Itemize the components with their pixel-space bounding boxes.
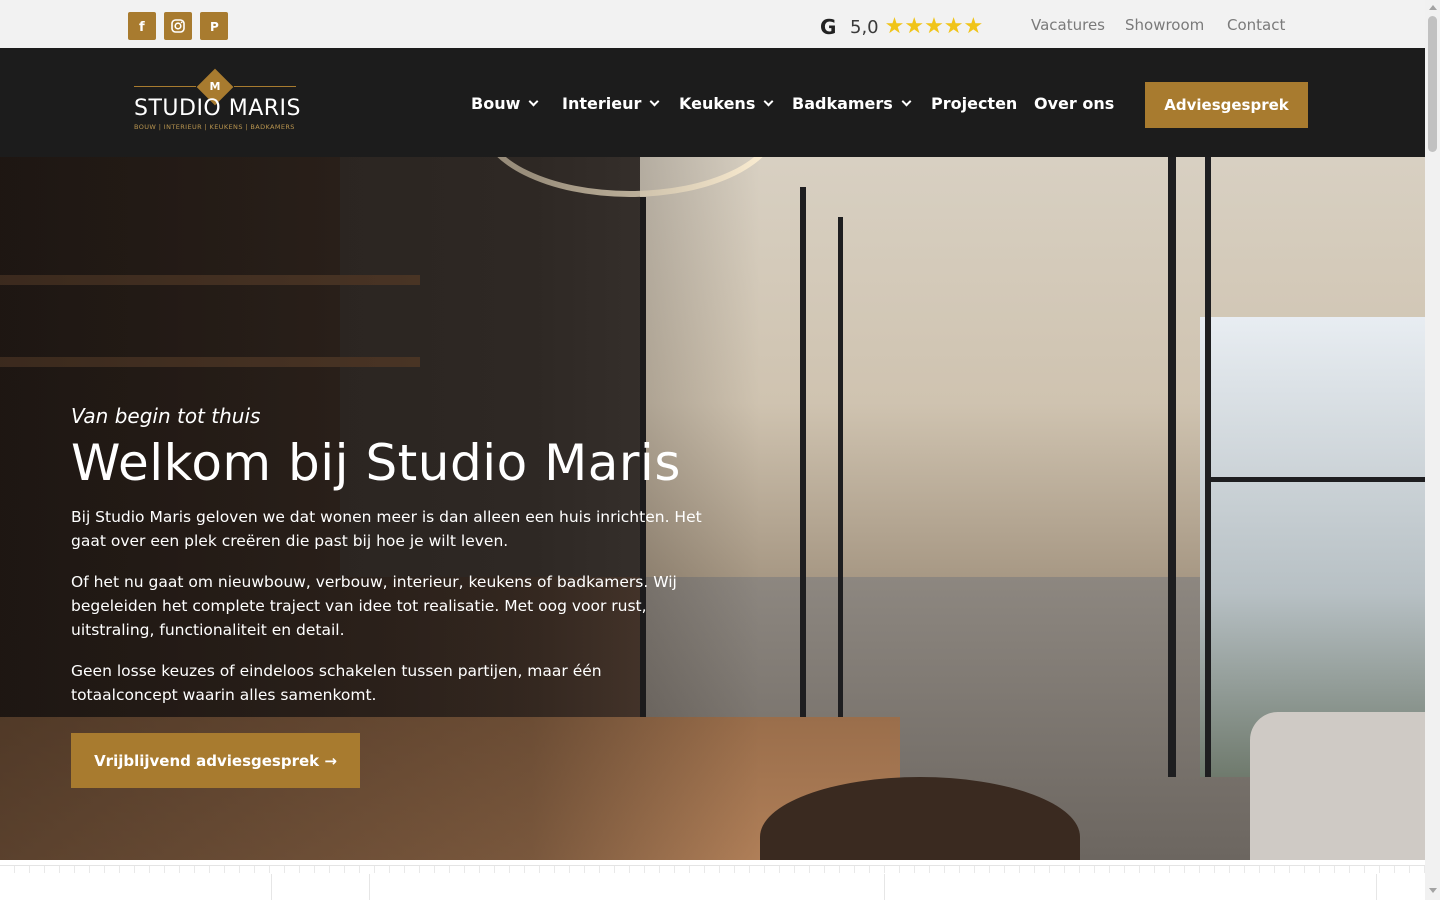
hero-kicker: Van begin tot thuis [71,404,261,428]
scrollbar-thumb[interactable] [1428,16,1437,152]
scroll-up-icon[interactable] [1429,5,1437,10]
logo-name: STUDIO MARIS [134,96,302,121]
nav-item-bouw[interactable]: Bouw [471,92,539,114]
divider [0,865,1425,873]
logo-line-left [134,86,196,87]
svg-text:f: f [139,20,145,34]
google-rating[interactable]: G 5,0 ★★★★★ [818,13,983,41]
chevron-down-icon [901,96,912,106]
top-bar: f P G 5,0 ★★★★★ Vacatures Showroom Conta… [0,0,1425,48]
pinterest-button[interactable]: P [200,12,228,40]
link-contact[interactable]: Contact [1227,16,1285,34]
chevron-down-icon [528,96,539,106]
hero-paragraph-2: Of het nu gaat om nieuwbouw, verbouw, in… [71,573,677,639]
adviesgesprek-button[interactable]: Adviesgesprek [1145,82,1308,128]
link-vacatures[interactable]: Vacatures [1031,16,1105,34]
pinterest-icon: P [210,20,219,34]
rating-score: 5,0 [850,16,879,38]
rating-stars: ★★★★★ [884,14,984,39]
nav-item-badkamers[interactable]: Badkamers [792,92,912,114]
next-section [0,860,1425,900]
nav-item-over-ons[interactable]: Over ons [1034,92,1114,114]
vrijblijvend-adviesgesprek-button[interactable]: Vrijblijvend adviesgesprek → [71,733,360,788]
hero-title: Welkom bij Studio Maris [71,434,681,492]
hero-paragraph-1: Bij Studio Maris geloven we dat wonen me… [71,508,702,550]
svg-text:P: P [210,20,219,34]
nav-item-projecten[interactable]: Projecten [931,92,1017,114]
scrollbar[interactable] [1425,0,1440,900]
logo-tagline: BOUW | INTERIEUR | KEUKENS | BADKAMERS [134,123,295,131]
page: f P G 5,0 ★★★★★ Vacatures Showroom Conta… [0,0,1440,900]
link-showroom[interactable]: Showroom [1125,16,1204,34]
svg-text:G: G [820,16,836,38]
facebook-icon: f [139,20,145,34]
google-icon: G [820,16,836,38]
nav-item-interieur[interactable]: Interieur [562,92,660,114]
logo[interactable]: M STUDIO MARIS BOUW | INTERIEUR | KEUKEN… [134,68,302,136]
nav-item-keukens[interactable]: Keukens [679,92,774,114]
facebook-button[interactable]: f [128,12,156,40]
instagram-icon [171,19,185,33]
scroll-down-icon[interactable] [1429,888,1437,893]
hero-paragraph-3: Geen losse keuzes of eindeloos schakelen… [71,662,602,704]
chevron-down-icon [763,96,774,106]
logo-line-right [234,86,296,87]
instagram-button[interactable] [164,12,192,40]
chevron-down-icon [649,96,660,106]
